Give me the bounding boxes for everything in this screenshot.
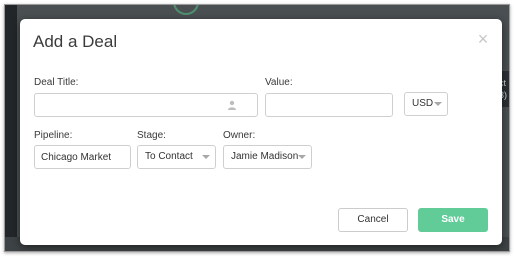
owner-select[interactable]: Jamie Madison [223, 145, 312, 169]
close-icon[interactable]: × [475, 30, 491, 48]
deal-title-input[interactable] [34, 93, 258, 117]
pipeline-label: Pipeline: [34, 130, 73, 141]
stage-select-value: To Contact [145, 151, 193, 162]
person-icon [228, 100, 236, 110]
chevron-down-icon [434, 102, 442, 106]
deal-title-label: Deal Title: [34, 77, 79, 88]
save-button[interactable]: Save [418, 208, 488, 232]
chevron-down-icon [298, 155, 306, 159]
pipeline-input[interactable] [34, 145, 131, 169]
value-input[interactable] [265, 93, 393, 117]
add-deal-modal: Add a Deal × Deal Title: Value: USD Pipe… [20, 19, 502, 245]
stage-select[interactable]: To Contact [137, 145, 216, 169]
chevron-down-icon [202, 155, 210, 159]
currency-select-value: USD [412, 98, 434, 109]
stage-label: Stage: [137, 130, 166, 141]
owner-select-value: Jamie Madison [231, 151, 299, 162]
background-sidebar [5, 5, 17, 251]
currency-select[interactable]: USD [404, 92, 448, 116]
background-avatar-ring [173, 5, 199, 15]
screen-frame: ct 3) Add a Deal × Deal Title: Value: US… [4, 4, 510, 252]
owner-label: Owner: [223, 130, 256, 141]
cancel-button[interactable]: Cancel [338, 208, 408, 232]
value-label: Value: [265, 77, 293, 88]
modal-title: Add a Deal [33, 32, 118, 51]
